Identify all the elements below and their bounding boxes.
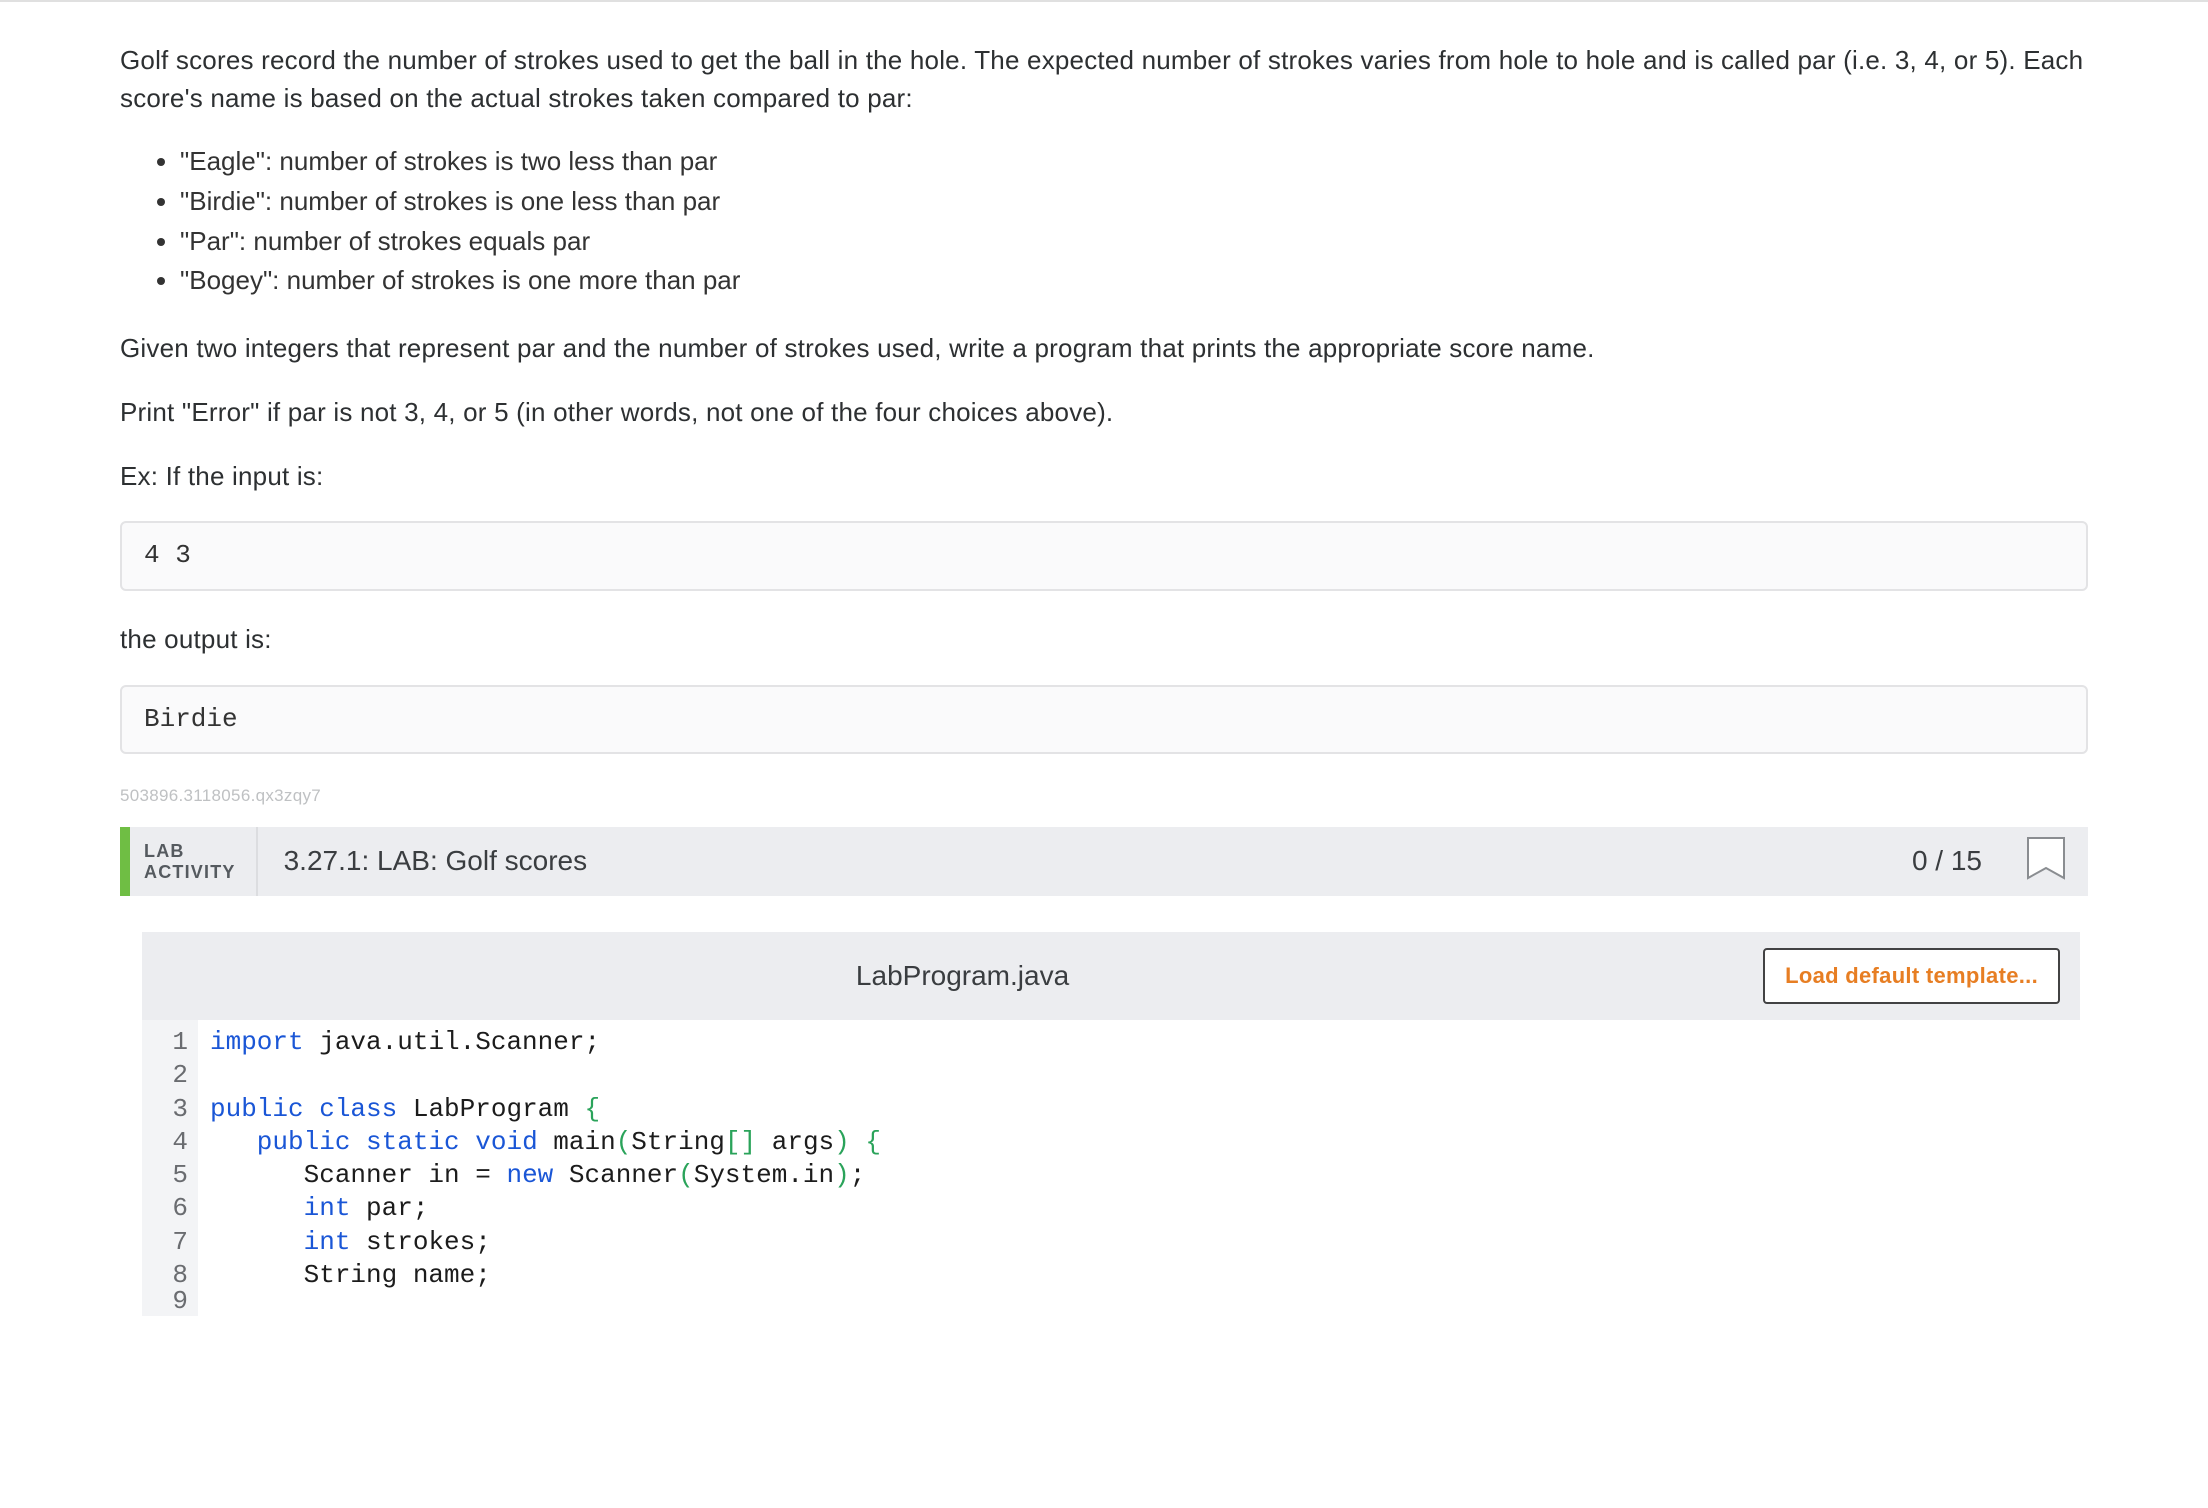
code-token: public — [210, 1127, 350, 1157]
line-number: 5 — [142, 1159, 188, 1192]
code-token: public — [210, 1094, 304, 1124]
intro-paragraph-1: Golf scores record the number of strokes… — [120, 42, 2088, 117]
code-token: ) — [834, 1127, 850, 1157]
code-token: ; — [850, 1160, 866, 1190]
code-area[interactable]: 1 2 3 4 5 6 7 8 9 import java.util.Scann… — [142, 1020, 2080, 1316]
code-body[interactable]: import java.util.Scanner; public class L… — [198, 1020, 2080, 1316]
code-token: args — [756, 1127, 834, 1157]
bookmark-icon[interactable] — [2004, 827, 2088, 896]
lab-title: 3.27.1: LAB: Golf scores — [258, 827, 1890, 896]
lab-activity-bar: LAB ACTIVITY 3.27.1: LAB: Golf scores 0 … — [120, 827, 2088, 896]
file-tab[interactable]: LabProgram.java — [162, 956, 1763, 997]
intro-paragraph-2: Given two integers that represent par an… — [120, 330, 2088, 368]
code-token: LabProgram — [397, 1094, 584, 1124]
code-token: = — [475, 1160, 491, 1190]
code-token: class — [304, 1094, 398, 1124]
code-token: { — [584, 1094, 600, 1124]
line-number: 4 — [142, 1126, 188, 1159]
load-default-template-button[interactable]: Load default template... — [1763, 948, 2060, 1004]
example-output-box: Birdie — [120, 685, 2088, 755]
code-token: par; — [350, 1193, 428, 1223]
code-token: { — [850, 1127, 881, 1157]
code-token: main — [538, 1127, 616, 1157]
code-token: import — [210, 1027, 304, 1057]
lab-badge-line2: ACTIVITY — [144, 862, 236, 883]
code-token: String name; — [210, 1260, 491, 1290]
lab-score: 0 / 15 — [1890, 827, 2004, 896]
list-item: "Eagle": number of strokes is two less t… — [180, 143, 2088, 181]
intro-paragraph-3: Print "Error" if par is not 3, 4, or 5 (… — [120, 394, 2088, 432]
code-token: void — [460, 1127, 538, 1157]
lab-activity-badge: LAB ACTIVITY — [130, 827, 258, 896]
list-item: "Birdie": number of strokes is one less … — [180, 183, 2088, 221]
line-number: 9 — [142, 1292, 188, 1310]
intro-paragraph-5: the output is: — [120, 621, 2088, 659]
example-input-box: 4 3 — [120, 521, 2088, 591]
code-token: static — [350, 1127, 459, 1157]
code-token: ( — [678, 1160, 694, 1190]
score-definitions-list: "Eagle": number of strokes is two less t… — [180, 143, 2088, 300]
code-token: int — [210, 1227, 350, 1257]
line-number: 1 — [142, 1026, 188, 1059]
code-token: ( — [616, 1127, 632, 1157]
code-token: [] — [725, 1127, 756, 1157]
code-token: String — [631, 1127, 725, 1157]
line-number: 2 — [142, 1059, 188, 1092]
lab-accent-stripe — [120, 827, 130, 896]
code-token: Scanner in — [210, 1160, 475, 1190]
line-number-gutter: 1 2 3 4 5 6 7 8 9 — [142, 1020, 198, 1316]
code-token: Scanner — [553, 1160, 678, 1190]
code-token: strokes; — [350, 1227, 490, 1257]
line-number: 6 — [142, 1192, 188, 1225]
code-token: java.util.Scanner; — [304, 1027, 600, 1057]
list-item: "Bogey": number of strokes is one more t… — [180, 262, 2088, 300]
code-token: new — [491, 1160, 553, 1190]
editor-header: LabProgram.java Load default template... — [142, 932, 2080, 1020]
code-token: int — [210, 1193, 350, 1223]
list-item: "Par": number of strokes equals par — [180, 223, 2088, 261]
code-token: ) — [834, 1160, 850, 1190]
lab-badge-line1: LAB — [144, 841, 236, 862]
code-editor: LabProgram.java Load default template...… — [142, 932, 2080, 1316]
reference-code: 503896.3118056.qx3zqy7 — [120, 784, 2088, 809]
line-number: 7 — [142, 1226, 188, 1259]
code-token: System.in — [694, 1160, 834, 1190]
line-number: 3 — [142, 1093, 188, 1126]
intro-paragraph-4: Ex: If the input is: — [120, 458, 2088, 496]
